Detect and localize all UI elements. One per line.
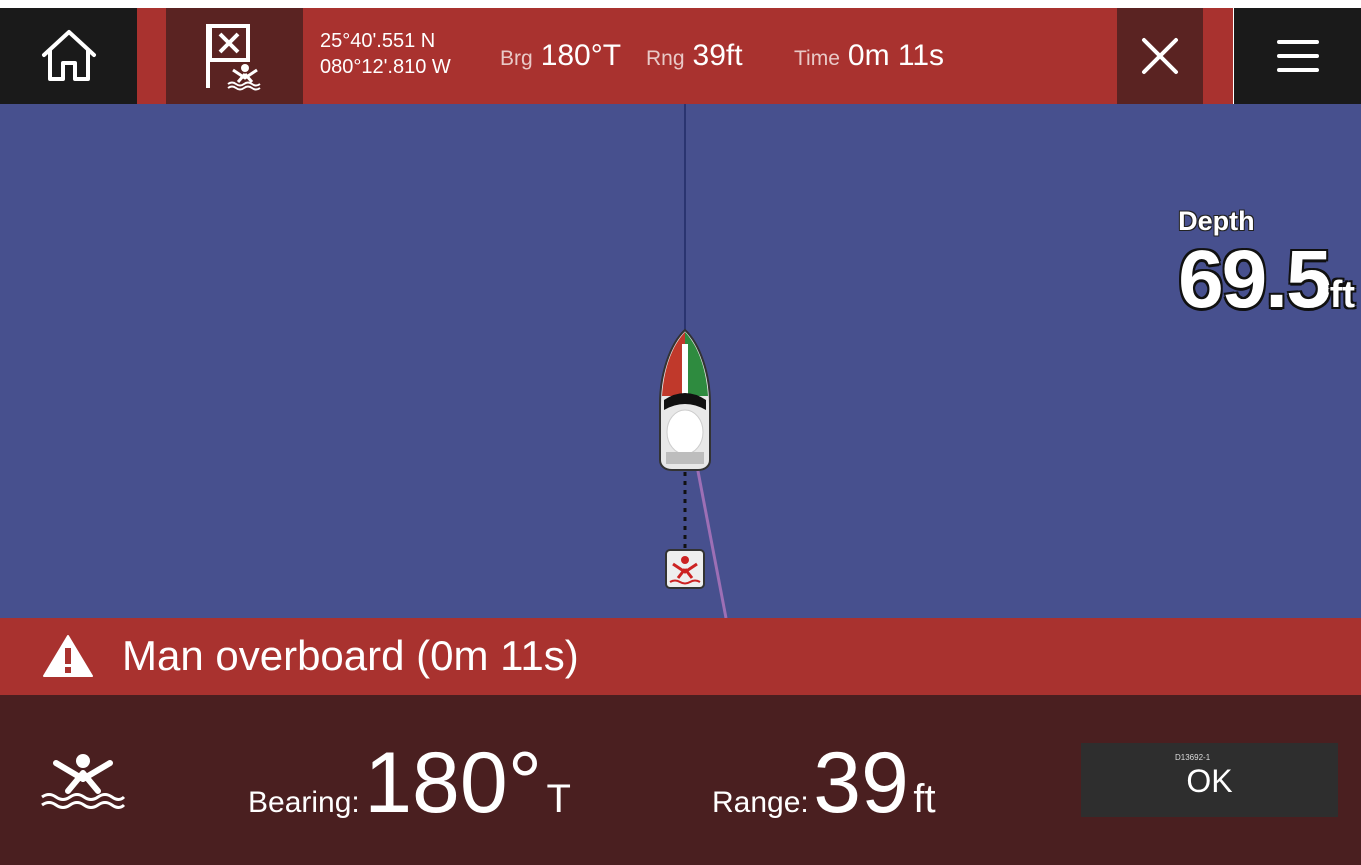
home-button[interactable] bbox=[0, 8, 137, 104]
bearing-display: Bearing: 180° T bbox=[248, 733, 571, 833]
mob-marker-icon bbox=[665, 549, 705, 589]
brg-label: Brg bbox=[500, 47, 533, 70]
mob-longitude: 080°12'.810 W bbox=[320, 56, 451, 78]
warning-icon bbox=[43, 635, 93, 677]
bearing-value: 180° bbox=[364, 735, 543, 831]
chart-view[interactable]: Depth 69.5ft bbox=[0, 104, 1361, 618]
range-readout: Rng 39ft bbox=[646, 38, 743, 77]
mfd-screen: 25°40'.551 N 080°12'.810 W Brg 180°T Rng 3… bbox=[0, 0, 1361, 865]
chart-overlay bbox=[659, 104, 728, 618]
mob-position: 25°40'.551 N 080°12'.810 W bbox=[320, 28, 451, 80]
time-readout: Time 0m 11s bbox=[794, 38, 944, 77]
alert-message: Man overboard (0m 11s) bbox=[122, 632, 579, 679]
ok-button[interactable]: D13692-1 OK bbox=[1081, 743, 1338, 817]
track-line bbox=[695, 465, 728, 618]
range-label: Range: bbox=[712, 786, 809, 819]
vessel-icon bbox=[659, 328, 711, 471]
depth-unit: ft bbox=[1329, 274, 1355, 316]
menu-icon bbox=[1276, 40, 1319, 72]
depth-reading: 69.5ft bbox=[1178, 233, 1355, 327]
time-label: Time bbox=[794, 47, 840, 70]
range-unit: ft bbox=[913, 777, 936, 821]
time-value: 0m 11s bbox=[847, 39, 945, 72]
mob-latitude: 25°40'.551 N bbox=[320, 30, 436, 52]
ok-label: OK bbox=[1186, 763, 1233, 799]
mob-flag-icon bbox=[205, 24, 261, 91]
bearing-readout: Brg 180°T bbox=[500, 38, 621, 77]
depth-value: 69.5 bbox=[1178, 234, 1332, 325]
range-display: Range: 39 ft bbox=[712, 733, 936, 833]
mob-waypoint-button[interactable] bbox=[166, 8, 303, 104]
man-overboard-icon bbox=[41, 754, 126, 809]
mob-info-panel: Bearing: 180° T Range: 39 ft D13692-1 OK bbox=[0, 695, 1361, 865]
depth-databox: Depth 69.5ft bbox=[1178, 206, 1355, 327]
rng-value: 39ft bbox=[692, 39, 743, 72]
bearing-label: Bearing: bbox=[248, 786, 360, 819]
close-mob-button[interactable] bbox=[1117, 8, 1203, 104]
top-bar: 25°40'.551 N 080°12'.810 W Brg 180°T Rng 3… bbox=[0, 8, 1361, 104]
brg-value: 180°T bbox=[540, 39, 622, 72]
mob-alert-bar: Man overboard (0m 11s) bbox=[0, 618, 1361, 695]
close-icon bbox=[1142, 38, 1178, 74]
range-value: 39 bbox=[813, 735, 909, 831]
image-code: D13692-1 bbox=[1175, 753, 1211, 762]
bearing-unit: T bbox=[546, 777, 571, 821]
rng-label: Rng bbox=[646, 47, 685, 70]
menu-button[interactable] bbox=[1234, 8, 1361, 104]
home-icon bbox=[41, 30, 96, 81]
